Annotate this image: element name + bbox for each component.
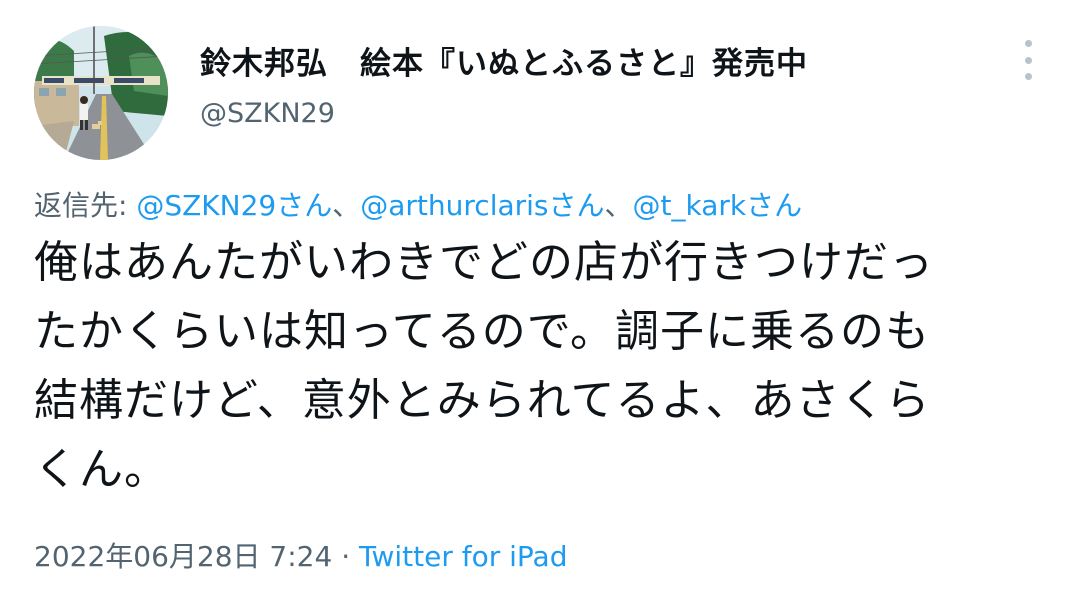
reply-prefix: 返信先:: [34, 189, 137, 222]
author-handle[interactable]: @SZKN29: [200, 98, 335, 129]
tweet-timestamp[interactable]: 2022年06月28日 7:24: [34, 540, 332, 573]
tweet-text-line: 俺はあんたがいわきでどの店が行きつけだっ: [34, 237, 934, 288]
tweet-meta: 2022年06月28日 7:24 · Twitter for iPad: [34, 535, 567, 575]
author-display-name[interactable]: 鈴木邦弘 絵本『いぬとふるさと』発売中: [200, 38, 808, 83]
mention-separator: 、: [604, 189, 633, 222]
meta-separator: ·: [332, 540, 359, 573]
more-dot: [1024, 40, 1032, 47]
replying-to: 返信先: @SZKN29さん、@arthurclarisさん、@t_karkさん: [34, 184, 802, 224]
mention-separator: 、: [332, 189, 361, 222]
tweet-text-line: くん。: [34, 444, 169, 495]
tweet-text: 俺はあんたがいわきでどの店が行きつけだっ たかくらいは知ってるので。調子に乗るの…: [34, 228, 1044, 504]
more-dot: [1024, 73, 1032, 80]
more-vertical-icon[interactable]: [1016, 40, 1040, 80]
tweet-text-line: 結構だけど、意外とみられてるよ、あさくら: [34, 375, 931, 426]
mention-link[interactable]: @SZKN29さん: [136, 189, 332, 222]
mention-link[interactable]: @t_karkさん: [633, 189, 803, 222]
tweet-source[interactable]: Twitter for iPad: [359, 540, 567, 573]
avatar[interactable]: [34, 26, 168, 160]
illustrated-street-avatar-icon: [34, 26, 168, 160]
mention-link[interactable]: @arthurclarisさん: [360, 189, 604, 222]
more-dot: [1024, 56, 1032, 64]
tweet-text-line: たかくらいは知ってるので。調子に乗るのも: [34, 306, 931, 357]
